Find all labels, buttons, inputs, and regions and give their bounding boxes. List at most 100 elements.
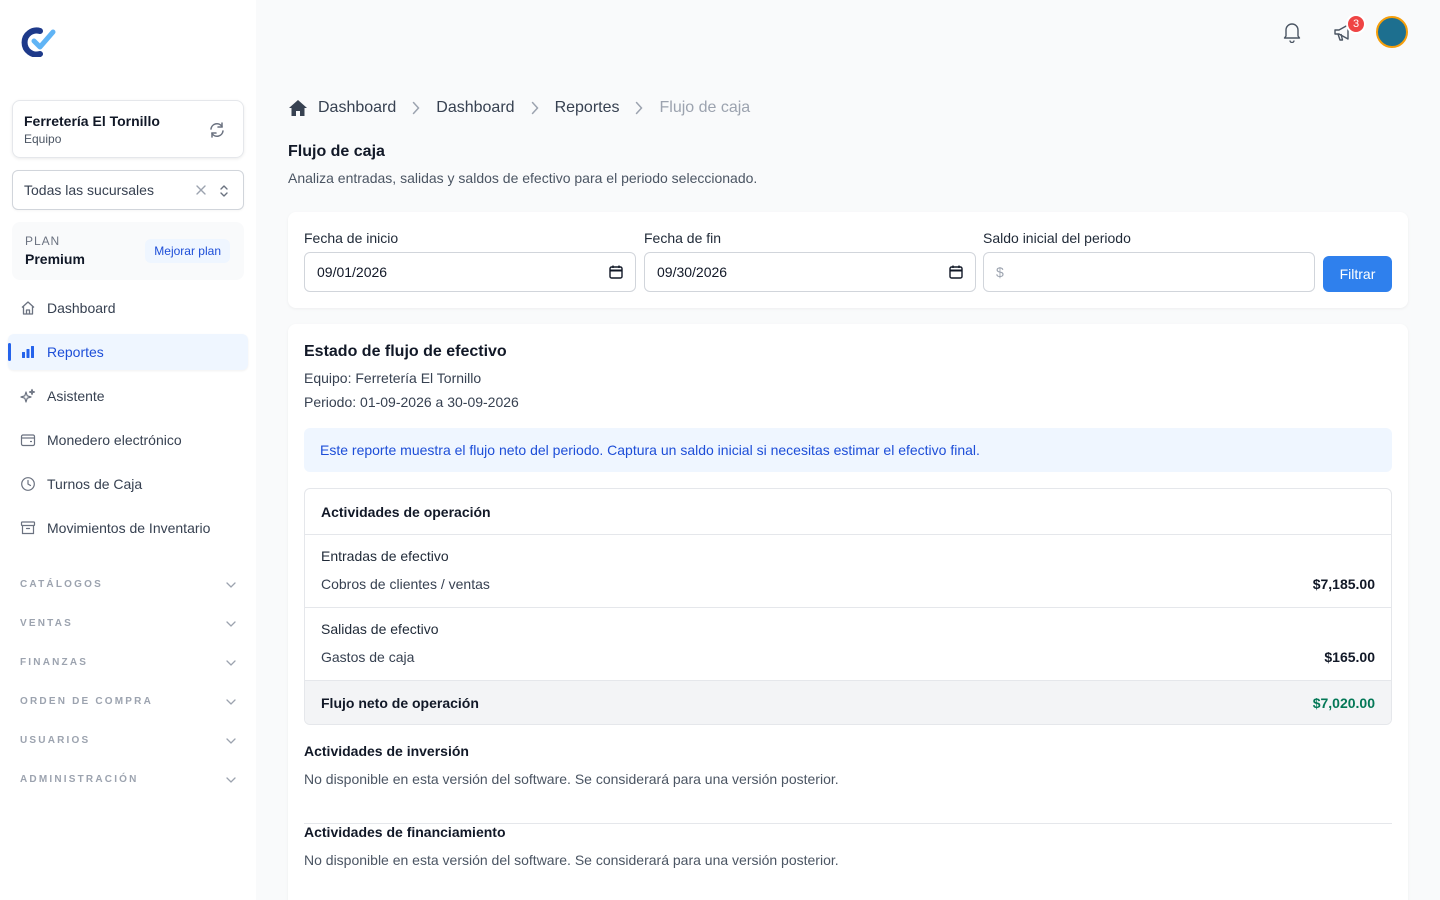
- chevron-right-icon: [531, 101, 539, 115]
- cash-flow-report: Estado de flujo de efectivo Equipo: Ferr…: [288, 324, 1408, 900]
- initial-balance-input[interactable]: $: [983, 252, 1315, 292]
- chevron-up-down-icon[interactable]: [219, 183, 229, 199]
- outflows-label: Gastos de caja: [321, 649, 415, 665]
- chevron-right-icon: [412, 101, 420, 115]
- report-team: Equipo: Ferretería El Tornillo: [304, 370, 482, 386]
- outflows-block: Salidas de efectivo Gastos de caja $165.…: [305, 608, 1391, 681]
- currency-prefix: $: [996, 264, 1004, 280]
- section-label: ORDEN DE COMPRA: [20, 696, 154, 707]
- sidebar-sections: CATÁLOGOS VENTAS FINANZAS ORDEN DE COMPR…: [20, 565, 236, 799]
- home-icon[interactable]: [288, 99, 308, 117]
- section-finanzas[interactable]: FINANZAS: [20, 643, 236, 682]
- section-administracion[interactable]: ADMINISTRACIÓN: [20, 760, 236, 799]
- breadcrumb-item[interactable]: Dashboard: [436, 99, 514, 117]
- branch-select[interactable]: Todas las sucursales: [12, 170, 244, 210]
- section-label: ADMINISTRACIÓN: [20, 774, 139, 785]
- notification-badge: 3: [1346, 14, 1366, 34]
- home-icon: [21, 301, 35, 315]
- end-date-input[interactable]: 09/30/2026: [644, 252, 976, 292]
- bell-icon[interactable]: [1282, 21, 1302, 43]
- chevron-down-icon: [226, 737, 236, 744]
- info-alert: Este reporte muestra el flujo neto del p…: [304, 428, 1392, 472]
- report-period: Periodo: 01-09-2026 a 30-09-2026: [304, 394, 519, 410]
- sidebar-item-asistente[interactable]: Asistente: [8, 378, 248, 414]
- outflows-category: Salidas de efectivo: [321, 621, 439, 637]
- page-title: Flujo de caja: [288, 143, 385, 160]
- breadcrumb-item[interactable]: Reportes: [555, 99, 620, 117]
- inflows-block: Entradas de efectivo Cobros de clientes …: [305, 535, 1391, 608]
- initial-balance-label: Saldo inicial del periodo: [983, 230, 1131, 246]
- inflows-category: Entradas de efectivo: [321, 548, 449, 564]
- sidebar-item-label: Dashboard: [47, 300, 116, 316]
- inflows-label: Cobros de clientes / ventas: [321, 576, 490, 592]
- section-label: USUARIOS: [20, 735, 91, 746]
- chevron-right-icon: [635, 101, 643, 115]
- team-type: Equipo: [24, 132, 62, 146]
- sidebar-item-inventario[interactable]: Movimientos de Inventario: [8, 510, 248, 546]
- end-date-field: Fecha de fin 09/30/2026: [644, 230, 976, 292]
- breadcrumb-current: Flujo de caja: [659, 99, 751, 116]
- sidebar-item-label: Movimientos de Inventario: [47, 520, 211, 536]
- sync-icon[interactable]: [207, 120, 227, 140]
- operations-title: Actividades de operación: [305, 489, 1391, 535]
- chevron-down-icon: [226, 698, 236, 705]
- filter-button[interactable]: Filtrar: [1323, 256, 1392, 292]
- sidebar-item-monedero[interactable]: Monedero electrónico: [8, 422, 248, 458]
- chevron-down-icon: [226, 581, 236, 588]
- sidebar-item-reportes[interactable]: Reportes: [8, 334, 248, 370]
- investment-section: Actividades de inversión No disponible e…: [304, 743, 1392, 824]
- report-title: Estado de flujo de efectivo: [304, 343, 507, 360]
- chevron-down-icon: [226, 620, 236, 627]
- section-usuarios[interactable]: USUARIOS: [20, 721, 236, 760]
- table-row: Cobros de clientes / ventas $7,185.00: [321, 576, 1375, 592]
- clock-icon: [21, 477, 35, 491]
- sidebar-item-turnos[interactable]: Turnos de Caja: [8, 466, 248, 502]
- team-name: Ferretería El Tornillo: [24, 113, 160, 129]
- financing-section: Actividades de financiamiento No disponi…: [304, 824, 1392, 900]
- start-date-value: 09/01/2026: [317, 264, 388, 280]
- section-orden-compra[interactable]: ORDEN DE COMPRA: [20, 682, 236, 721]
- section-ventas[interactable]: VENTAS: [20, 604, 236, 643]
- calendar-icon[interactable]: [949, 265, 963, 279]
- financing-desc: No disponible en esta versión del softwa…: [304, 852, 839, 868]
- calendar-icon[interactable]: [609, 265, 623, 279]
- archive-icon: [20, 521, 36, 535]
- end-date-label: Fecha de fin: [644, 230, 722, 246]
- sidebar-item-label: Monedero electrónico: [47, 432, 182, 448]
- net-label: Flujo neto de operación: [321, 695, 479, 711]
- section-catalogos[interactable]: CATÁLOGOS: [20, 565, 236, 604]
- operations-table: Actividades de operación Entradas de efe…: [304, 488, 1392, 725]
- start-date-label: Fecha de inicio: [304, 230, 399, 246]
- end-date-value: 09/30/2026: [657, 264, 728, 280]
- sidebar-item-dashboard[interactable]: Dashboard: [8, 290, 248, 326]
- upgrade-plan-button[interactable]: Mejorar plan: [145, 239, 230, 263]
- app-logo-icon[interactable]: [20, 27, 56, 57]
- initial-balance-field: Saldo inicial del periodo $: [983, 230, 1315, 292]
- net-operations-row: Flujo neto de operación $7,020.00: [305, 681, 1391, 724]
- info-text: Este reporte muestra el flujo neto del p…: [320, 442, 980, 458]
- investment-desc: No disponible en esta versión del softwa…: [304, 771, 839, 787]
- sidebar-item-label: Asistente: [47, 388, 105, 404]
- investment-title: Actividades de inversión: [304, 743, 469, 759]
- avatar[interactable]: [1376, 16, 1408, 48]
- section-label: FINANZAS: [20, 657, 89, 668]
- bar-chart-icon: [22, 346, 34, 358]
- page-subtitle: Analiza entradas, salidas y saldos de ef…: [288, 170, 758, 186]
- breadcrumb-item[interactable]: Dashboard: [318, 99, 396, 117]
- outflows-amount: $165.00: [1324, 649, 1375, 665]
- financing-title: Actividades de financiamiento: [304, 824, 506, 840]
- table-row: Gastos de caja $165.00: [321, 649, 1375, 665]
- branch-select-value: Todas las sucursales: [24, 182, 154, 198]
- plan-card: PLAN Premium Mejorar plan: [12, 222, 244, 280]
- clear-icon[interactable]: [195, 184, 207, 196]
- start-date-input[interactable]: 09/01/2026: [304, 252, 636, 292]
- sidebar: Ferretería El Tornillo Equipo Todas las …: [0, 0, 256, 900]
- sidebar-nav: Dashboard Reportes Asistente Monedero el…: [8, 290, 248, 554]
- filter-card: Fecha de inicio 09/01/2026 Fecha de fin …: [288, 212, 1408, 308]
- team-switcher[interactable]: Ferretería El Tornillo Equipo: [12, 100, 244, 158]
- chevron-down-icon: [226, 776, 236, 783]
- sparkles-icon: [20, 388, 36, 403]
- sidebar-item-label: Reportes: [47, 344, 104, 360]
- net-amount: $7,020.00: [1312, 695, 1375, 711]
- breadcrumb: Dashboard Dashboard Reportes Flujo de ca…: [288, 96, 754, 120]
